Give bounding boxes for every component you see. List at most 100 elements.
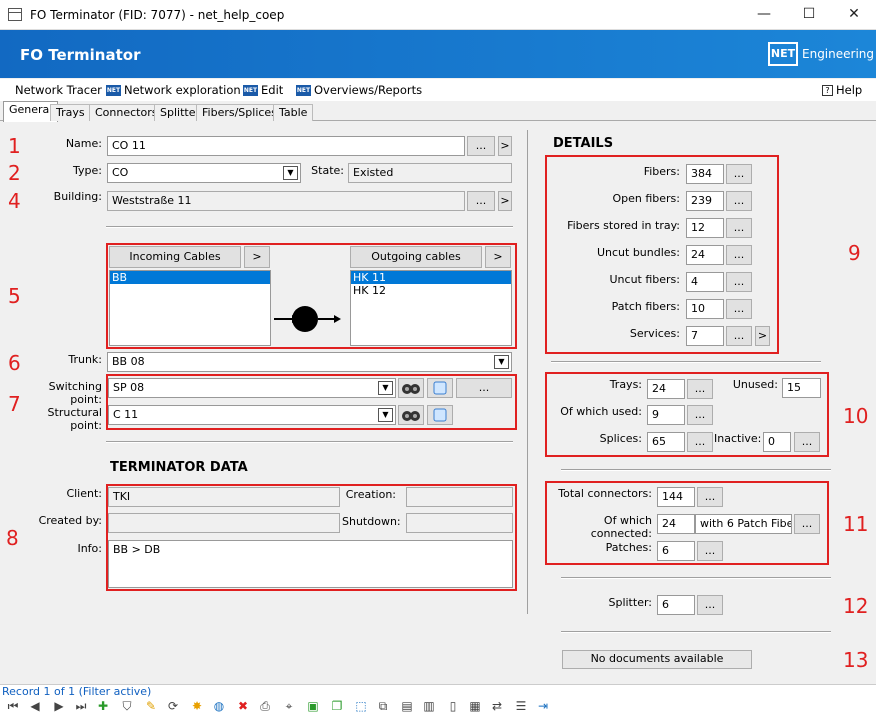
- connected-browse-button[interactable]: ...: [794, 514, 820, 534]
- outgoing-cables-list[interactable]: HK 11 HK 12: [350, 270, 512, 346]
- select-icon[interactable]: ⌖: [282, 699, 296, 713]
- switching-point-label: Switching point:: [48, 380, 102, 406]
- used-field: 9: [647, 405, 685, 425]
- client-label: Client:: [66, 487, 102, 500]
- details-browse-button[interactable]: ...: [726, 299, 752, 319]
- divider: [561, 577, 831, 579]
- info-textarea[interactable]: BB > DB: [108, 540, 513, 588]
- first-record-icon[interactable]: ⏮: [6, 699, 20, 713]
- details-browse-button[interactable]: ...: [726, 218, 752, 238]
- menu-overviews-reports[interactable]: NET Overviews/Reports: [296, 83, 422, 97]
- last-record-icon[interactable]: ⏭: [74, 699, 88, 713]
- splices-browse-button[interactable]: ...: [687, 432, 713, 452]
- name-browse-button[interactable]: ...: [467, 136, 495, 156]
- used-browse-button[interactable]: ...: [687, 405, 713, 425]
- outgoing-cables-button[interactable]: Outgoing cables: [350, 246, 482, 268]
- total-connectors-field: 144: [657, 487, 695, 507]
- creation-field: [406, 487, 513, 507]
- tab-trays[interactable]: Trays: [50, 104, 91, 121]
- name-next-button[interactable]: >: [498, 136, 512, 156]
- structural-point-select[interactable]: C 11 ▼: [108, 405, 396, 425]
- switching-point-select[interactable]: SP 08 ▼: [108, 378, 396, 398]
- new-filter-icon[interactable]: ✚: [96, 699, 110, 713]
- list-item[interactable]: HK 11: [351, 271, 511, 284]
- callout-number: 8: [6, 526, 19, 550]
- building-browse-button[interactable]: ...: [467, 191, 495, 211]
- refresh-icon[interactable]: ⟳: [166, 699, 180, 713]
- filter-icon[interactable]: ⛉: [120, 699, 134, 713]
- splitter-field: 6: [657, 595, 695, 615]
- callout-number: 11: [843, 512, 869, 536]
- document-icon[interactable]: ▥: [422, 699, 436, 713]
- details-browse-button[interactable]: ...: [726, 191, 752, 211]
- state-field: Existed: [348, 163, 512, 183]
- services-next-button[interactable]: >: [755, 326, 770, 346]
- type-label: Type:: [73, 164, 102, 177]
- app-banner: FO Terminator NET Engineering: [0, 30, 876, 78]
- menu-network-exploration[interactable]: NET Network exploration: [106, 83, 241, 97]
- object-icon[interactable]: ▣: [306, 699, 320, 713]
- incoming-next-button[interactable]: >: [244, 246, 270, 268]
- type-select[interactable]: CO ▼: [107, 163, 301, 183]
- menu-network-tracer[interactable]: Network Tracer: [15, 83, 102, 97]
- menu-edit[interactable]: NET Edit: [243, 83, 283, 97]
- shutdown-field: [406, 513, 513, 533]
- maximize-button[interactable]: ☐: [797, 6, 821, 22]
- page-icon[interactable]: ▯: [446, 699, 460, 713]
- menu-help[interactable]: ? Help: [822, 83, 862, 97]
- delete-icon[interactable]: ✖: [236, 699, 250, 713]
- divider: [551, 361, 821, 363]
- next-record-icon[interactable]: ▶: [52, 699, 66, 713]
- duplicate-icon[interactable]: ⧉: [376, 699, 390, 713]
- switching-browse-button[interactable]: ...: [456, 378, 512, 398]
- created-by-field: [108, 513, 340, 533]
- incoming-cables-button[interactable]: Incoming Cables: [109, 246, 241, 268]
- binoculars-button[interactable]: [398, 405, 424, 425]
- copy-object-icon[interactable]: ❐: [330, 699, 344, 713]
- open-form-button[interactable]: [427, 378, 453, 398]
- creation-label: Creation:: [345, 488, 396, 501]
- open-form-button[interactable]: [427, 405, 453, 425]
- patch-fibers-field: with 6 Patch Fibers: [695, 514, 792, 534]
- callout-number: 2: [8, 161, 21, 185]
- transfer-icon[interactable]: ⇄: [490, 699, 504, 713]
- tab-connectors[interactable]: Connectors: [89, 104, 164, 121]
- frame-icon[interactable]: ⬚: [354, 699, 368, 713]
- exit-icon[interactable]: ⇥: [536, 699, 550, 713]
- connected-field: 24: [657, 514, 695, 534]
- created-by-label: Created by:: [38, 514, 102, 527]
- tab-fibers-splices[interactable]: Fibers/Splices: [196, 104, 283, 121]
- tab-table[interactable]: Table: [273, 104, 314, 121]
- documents-button[interactable]: No documents available: [562, 650, 752, 669]
- inactive-browse-button[interactable]: ...: [794, 432, 820, 452]
- highlight-icon[interactable]: ✸: [190, 699, 204, 713]
- binoculars-button[interactable]: [398, 378, 424, 398]
- previous-record-icon[interactable]: ◀: [28, 699, 42, 713]
- chevron-down-icon: ▼: [283, 166, 298, 180]
- list-item[interactable]: BB: [110, 271, 270, 284]
- details-browse-button[interactable]: ...: [726, 245, 752, 265]
- trays-browse-button[interactable]: ...: [687, 379, 713, 399]
- trunk-select[interactable]: BB 08 ▼: [107, 352, 512, 372]
- incoming-cables-list[interactable]: BB: [109, 270, 271, 346]
- edit-pencil-icon[interactable]: ✎: [144, 699, 158, 713]
- details-browse-button[interactable]: ...: [726, 326, 752, 346]
- list-item[interactable]: HK 12: [351, 284, 511, 297]
- details-browse-button[interactable]: ...: [726, 164, 752, 184]
- patches-browse-button[interactable]: ...: [697, 541, 723, 561]
- minimize-button[interactable]: —: [752, 6, 776, 22]
- building-next-button[interactable]: >: [498, 191, 512, 211]
- table-icon[interactable]: ☰: [514, 699, 528, 713]
- name-field[interactable]: CO 11: [107, 136, 465, 156]
- details-browse-button[interactable]: ...: [726, 272, 752, 292]
- print-icon[interactable]: ⎙: [258, 699, 272, 713]
- outgoing-next-button[interactable]: >: [485, 246, 511, 268]
- connectors-browse-button[interactable]: ...: [697, 487, 723, 507]
- close-button[interactable]: ✕: [842, 6, 866, 22]
- view-icon[interactable]: ▦: [468, 699, 482, 713]
- splitter-browse-button[interactable]: ...: [697, 595, 723, 615]
- globe-icon[interactable]: ◍: [212, 699, 226, 713]
- details-label: Uncut bundles:: [596, 246, 680, 259]
- trays-label: Trays:: [609, 378, 642, 391]
- layers-icon[interactable]: ▤: [400, 699, 414, 713]
